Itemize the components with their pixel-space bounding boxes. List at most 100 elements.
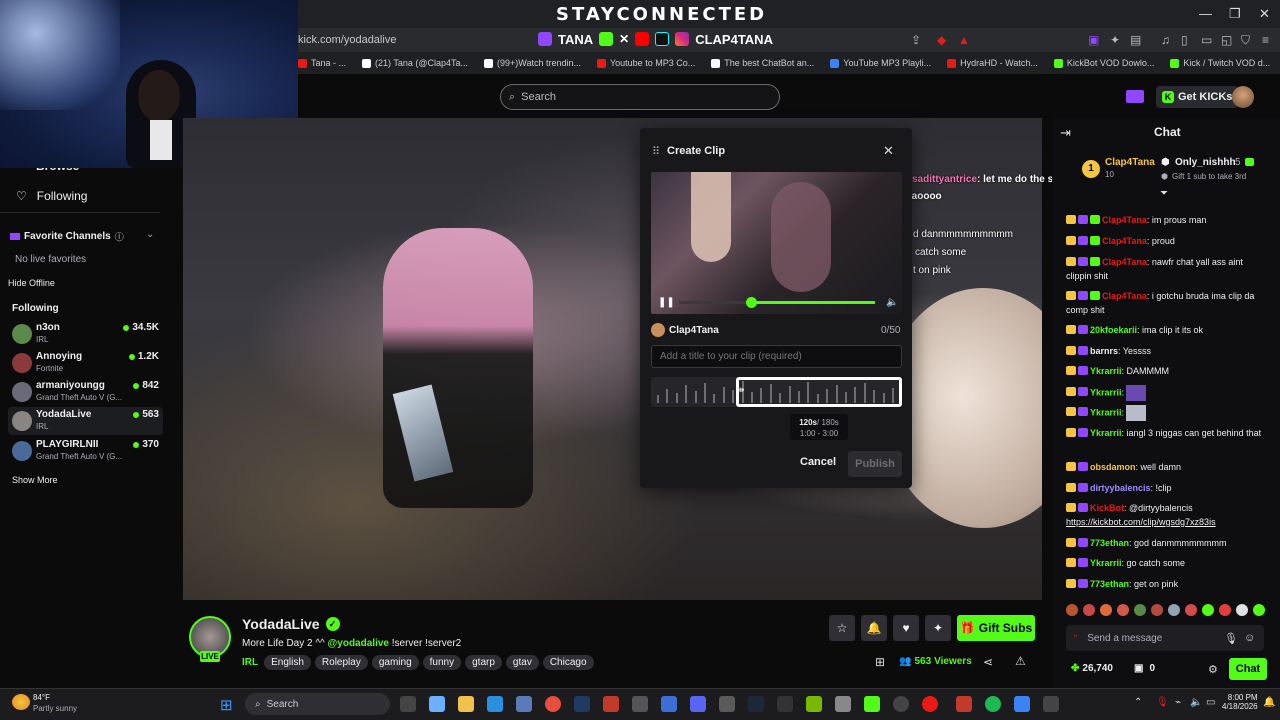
settings-icon[interactable] [835, 696, 851, 712]
bookmark-item[interactable]: HydraHD - Watch... [947, 58, 1038, 68]
chat-username[interactable]: 20kfoekarii [1090, 325, 1137, 335]
cancel-button[interactable]: Cancel [800, 456, 836, 468]
chat-username[interactable]: obsdamon [1090, 462, 1136, 472]
opera-icon[interactable] [922, 696, 938, 712]
trim-handle-icon[interactable]: ⇹ [736, 385, 744, 396]
gift-prompt[interactable]: ⬢ Gift 1 sub to take 3rd [1161, 172, 1246, 181]
chat-username[interactable]: Clap4Tana [1102, 291, 1147, 301]
chevron-down-icon[interactable]: ⌄ [146, 229, 154, 240]
chat-username[interactable]: barnrs [1090, 346, 1118, 356]
menu-icon[interactable]: ≡ [1262, 33, 1269, 47]
edge-icon[interactable] [487, 696, 503, 712]
app-icon[interactable] [603, 696, 619, 712]
user-avatar[interactable] [1232, 86, 1254, 108]
chat-filter-icon[interactable]: ⏷ [1160, 188, 1168, 199]
sidebar-channel[interactable]: n3on IRL 34.5K [8, 320, 163, 348]
pinned-gifter-name[interactable]: Clap4Tana [1105, 157, 1155, 168]
sidebar-item-following[interactable]: ♡ Following [16, 189, 87, 203]
chrome-icon[interactable] [545, 696, 561, 712]
hide-offline-toggle[interactable]: Hide Offline [8, 278, 55, 288]
emote-icon[interactable] [1066, 604, 1078, 616]
share-icon[interactable]: ⇪ [911, 33, 921, 47]
chat-username[interactable]: Ykrarrii [1090, 558, 1122, 568]
emote-icon[interactable] [1168, 604, 1180, 616]
task-view-icon[interactable] [400, 696, 416, 712]
screenshot-icon[interactable]: ◱ [1221, 33, 1232, 47]
app-icon[interactable] [516, 696, 532, 712]
publish-button[interactable]: Publish [848, 451, 902, 477]
epic-games-icon[interactable] [777, 696, 793, 712]
emote-icon[interactable] [1236, 604, 1248, 616]
chat-username[interactable]: Ykrarrii [1090, 407, 1122, 417]
drag-handle-icon[interactable]: ⠿ [652, 145, 660, 158]
clip-title-input[interactable] [651, 345, 902, 368]
emote-icon[interactable] [1083, 604, 1095, 616]
bookmark-item[interactable]: Tana - ... [298, 58, 346, 68]
bookmark-item[interactable]: (99+)Watch trendin... [484, 58, 581, 68]
emote-icon[interactable] [1134, 604, 1146, 616]
clock[interactable]: 8:00 PM 4/18/2026 [1222, 693, 1258, 711]
emote-icon[interactable] [1202, 604, 1214, 616]
app-icon[interactable] [719, 696, 735, 712]
emote-icon[interactable] [1100, 604, 1112, 616]
chat-username[interactable]: 773ethan [1090, 538, 1129, 548]
maximize-icon[interactable]: ❐ [1229, 6, 1241, 22]
discord-icon[interactable] [690, 696, 706, 712]
sidebar-channel[interactable]: PLAYGIRLNII Grand Theft Auto V (G... 370 [8, 437, 163, 465]
clip-preview[interactable] [651, 172, 902, 314]
bookmark-item[interactable]: (21) Tana (@Clap4Ta... [362, 58, 468, 68]
chat-send-button[interactable]: Chat [1229, 658, 1267, 680]
wallet-icon[interactable]: ▭ [1201, 33, 1212, 47]
bookmark-item[interactable]: KickBot VOD Dowlo... [1053, 58, 1154, 68]
twitch-extension-icon[interactable]: ▣ [1088, 33, 1099, 47]
tag[interactable]: funny [422, 655, 462, 670]
emote-icon[interactable] [1151, 604, 1163, 616]
volume-icon[interactable]: 🔈 [1190, 697, 1202, 708]
chat-username[interactable]: Ykrarrii [1090, 387, 1122, 397]
chat-username[interactable]: Ykrarrii [1090, 366, 1122, 376]
sub-balance[interactable]: ▣ 0 [1134, 663, 1155, 674]
chat-link[interactable]: https://kickbot.com/clip/wgsdg7xz83is [1066, 517, 1216, 527]
close-icon[interactable]: ✕ [883, 143, 894, 159]
kicks-balance[interactable]: ✤ 26,740 [1071, 663, 1113, 674]
minimize-icon[interactable]: — [1199, 6, 1212, 21]
tag[interactable]: Roleplay [314, 655, 368, 670]
app-icon[interactable] [632, 696, 648, 712]
bell-icon[interactable]: 🔔 [861, 615, 887, 641]
sidebar-icon[interactable]: ▯ [1181, 33, 1188, 47]
gear-icon[interactable]: ⚙ [1208, 663, 1218, 676]
chat-username[interactable]: Ykrarrii [1090, 428, 1122, 438]
sparkle-icon[interactable]: ✦ [925, 615, 951, 641]
chat-username[interactable]: Clap4Tana [1102, 236, 1147, 246]
chat-username[interactable]: Clap4Tana [1102, 215, 1147, 225]
bookmark-item[interactable]: Kick / Twitch VOD d... [1170, 58, 1270, 68]
mic-icon[interactable]: 🎙 [1156, 697, 1169, 708]
tag[interactable]: gtav [505, 655, 539, 670]
emote-icon[interactable] [1117, 604, 1129, 616]
clip-scrubber-handle[interactable] [746, 297, 757, 308]
app-icon[interactable] [956, 696, 972, 712]
extension-shield-icon[interactable]: ◆ [937, 33, 946, 47]
battery-icon[interactable]: ▭ [1206, 697, 1215, 708]
search-input[interactable]: ⌕ Search [500, 84, 780, 110]
close-window-icon[interactable]: ✕ [1259, 6, 1270, 22]
gift-subs-button[interactable]: 🎁 Gift Subs [957, 615, 1035, 641]
spotify-icon[interactable] [985, 696, 1001, 712]
steam-icon[interactable] [748, 696, 764, 712]
windows-start-icon[interactable]: ⊞ [220, 696, 233, 714]
title-mention[interactable]: @yodadalive [328, 638, 389, 649]
wifi-icon[interactable]: ⌁ [1175, 697, 1181, 708]
nvidia-icon[interactable] [806, 696, 822, 712]
bookmark-item[interactable]: The best ChatBot an... [711, 58, 814, 68]
emote-icon[interactable] [1219, 604, 1231, 616]
app-icon[interactable] [661, 696, 677, 712]
grid-icon[interactable]: ⊞ [875, 655, 885, 669]
url-field[interactable]: kick.com/yodadalive [298, 34, 396, 46]
volume-icon[interactable]: 🔈 [886, 297, 898, 308]
emoji-icon[interactable]: ☺ [1244, 632, 1255, 644]
streamer-name[interactable]: YodadaLive ✓ [242, 616, 340, 632]
photoshop-icon[interactable] [574, 696, 590, 712]
kick-icon[interactable] [864, 696, 880, 712]
chat-username[interactable]: KickBot [1090, 503, 1124, 513]
tag[interactable]: gtarp [465, 655, 502, 670]
